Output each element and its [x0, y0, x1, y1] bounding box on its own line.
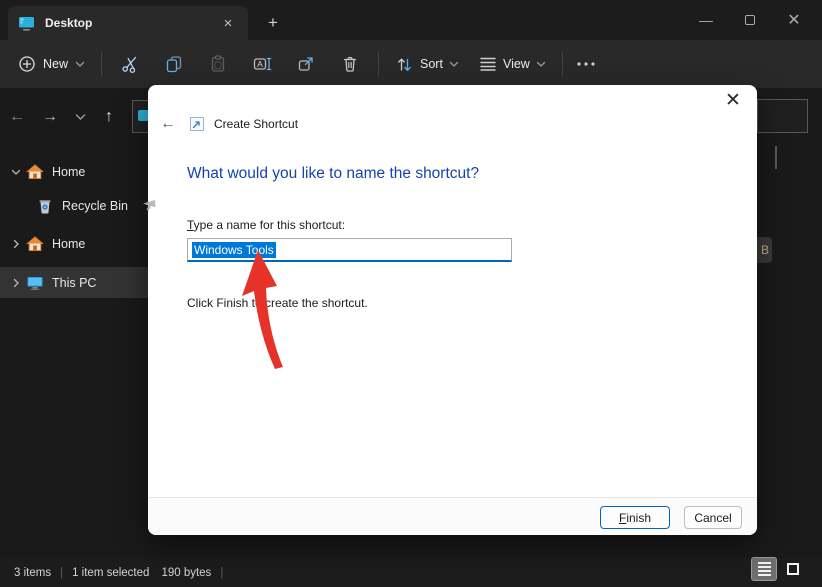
toolbar-divider [101, 51, 103, 77]
selection-count: 1 item selected [72, 566, 150, 579]
view-toggle-group [751, 557, 806, 581]
home-icon [26, 236, 44, 251]
share-icon [298, 57, 313, 71]
dialog-instruction: Click Finish to create the shortcut. [187, 296, 368, 310]
sidebar-item-this-pc[interactable]: This PC [6, 268, 96, 298]
tab-title: Desktop [45, 16, 93, 30]
dialog-footer: Finish Cancel [148, 497, 757, 535]
dialog-title: Create Shortcut [214, 117, 299, 131]
tab-close-icon[interactable]: × [218, 15, 238, 32]
minimize-button[interactable]: — [684, 0, 728, 40]
maximize-button[interactable] [728, 0, 772, 40]
rename-button[interactable]: A [240, 47, 284, 81]
paste-icon [211, 55, 225, 72]
sidebar-item-home[interactable]: Home [6, 157, 85, 187]
this-pc-icon [27, 277, 43, 290]
sort-button[interactable]: Sort [385, 49, 469, 80]
navigation-bar: ← → ↑ [0, 100, 148, 134]
toolbar-divider [378, 51, 380, 77]
view-lines-icon [480, 57, 496, 71]
up-button[interactable]: ↑ [94, 108, 124, 126]
search-box-fragment[interactable] [757, 99, 808, 133]
recent-locations-button[interactable] [66, 113, 94, 121]
dialog-header: ← Create Shortcut [156, 115, 298, 133]
chevron-collapsed-icon[interactable] [6, 239, 26, 249]
shortcut-name-input[interactable]: Windows Tools [187, 238, 512, 262]
icons-view-icon [787, 563, 799, 575]
window-controls: — ✕ [684, 0, 816, 40]
access-key: T [187, 218, 194, 232]
file-explorer-window: Desktop × + — ✕ New A Sort View ← → ↑ B … [0, 0, 822, 587]
cancel-button[interactable]: Cancel [684, 506, 742, 529]
tree-item-label: Home [52, 237, 86, 251]
tab-desktop[interactable]: Desktop × [8, 6, 248, 40]
shortcut-icon [190, 117, 204, 131]
sidebar-item-home-2[interactable]: Home [6, 229, 85, 259]
chevron-down-icon [536, 61, 545, 67]
chevron-down-icon [75, 61, 85, 67]
shortcut-name-label: Type a name for this shortcut: [187, 218, 345, 232]
maximize-icon [745, 15, 755, 25]
command-bar: New A Sort View [0, 40, 822, 88]
sort-label: Sort [420, 57, 443, 71]
copy-button[interactable] [152, 47, 196, 81]
scissors-icon [122, 56, 137, 73]
svg-text:A: A [257, 59, 263, 69]
forward-button[interactable]: → [34, 108, 66, 126]
delete-button[interactable] [328, 47, 372, 81]
new-tab-button[interactable]: + [260, 10, 286, 36]
details-view-icon [757, 562, 771, 576]
sort-icon [398, 58, 411, 71]
close-button[interactable]: ✕ [772, 0, 816, 40]
icons-view-button[interactable] [780, 557, 806, 581]
new-button[interactable]: New [8, 49, 95, 79]
toolbar-divider [561, 51, 563, 77]
finish-button[interactable]: Finish [600, 506, 670, 529]
paste-button[interactable] [196, 47, 240, 81]
recycle-bin-icon [39, 200, 51, 214]
status-separator: | [220, 566, 224, 579]
home-icon [26, 164, 44, 179]
back-button[interactable]: ← [0, 108, 34, 126]
status-bar: 3 items | 1 item selected 190 bytes | [0, 558, 822, 587]
chevron-collapsed-icon[interactable] [6, 278, 26, 288]
share-button[interactable] [284, 47, 328, 81]
plus-circle-icon [19, 56, 35, 72]
tree-item-label: Home [52, 165, 86, 179]
tree-item-label: This PC [52, 276, 97, 290]
dialog-heading: What would you like to name the shortcut… [187, 165, 480, 182]
desktop-monitor-icon [19, 16, 34, 31]
sidebar-item-recycle-bin[interactable]: Recycle Bin [36, 191, 128, 221]
trash-icon [343, 56, 357, 72]
status-info: 3 items | 1 item selected 190 bytes | [14, 567, 232, 579]
view-button[interactable]: View [469, 50, 556, 78]
chevron-down-icon [449, 61, 459, 67]
scrollbar-fragment[interactable] [775, 146, 777, 169]
view-label: View [502, 57, 530, 71]
more-options-button[interactable] [569, 47, 603, 81]
new-label: New [43, 57, 69, 71]
create-shortcut-dialog: ✕ ← Create Shortcut What would you like … [148, 85, 757, 535]
selection-size: 190 bytes [161, 566, 212, 579]
chevron-expanded-icon[interactable] [6, 169, 26, 176]
details-view-button[interactable] [751, 557, 777, 581]
label: Cancel [694, 510, 732, 525]
ellipsis-icon [577, 62, 595, 66]
label-rest: inish [626, 510, 652, 525]
copy-icon [166, 56, 182, 73]
selected-input-text: Windows Tools [192, 241, 276, 258]
status-separator: | [60, 566, 64, 579]
dialog-back-button[interactable]: ← [156, 115, 180, 133]
items-count: 3 items [14, 566, 52, 579]
chevron-down-icon [75, 114, 85, 120]
dialog-close-button[interactable]: ✕ [721, 89, 745, 113]
label-rest: ype a name for this shortcut: [193, 218, 346, 232]
tree-item-label: Recycle Bin [62, 199, 128, 213]
titlebar: Desktop × + — ✕ [0, 0, 822, 40]
cut-button[interactable] [108, 47, 152, 81]
rename-icon: A [253, 57, 271, 71]
size-badge-text: B [760, 243, 769, 257]
